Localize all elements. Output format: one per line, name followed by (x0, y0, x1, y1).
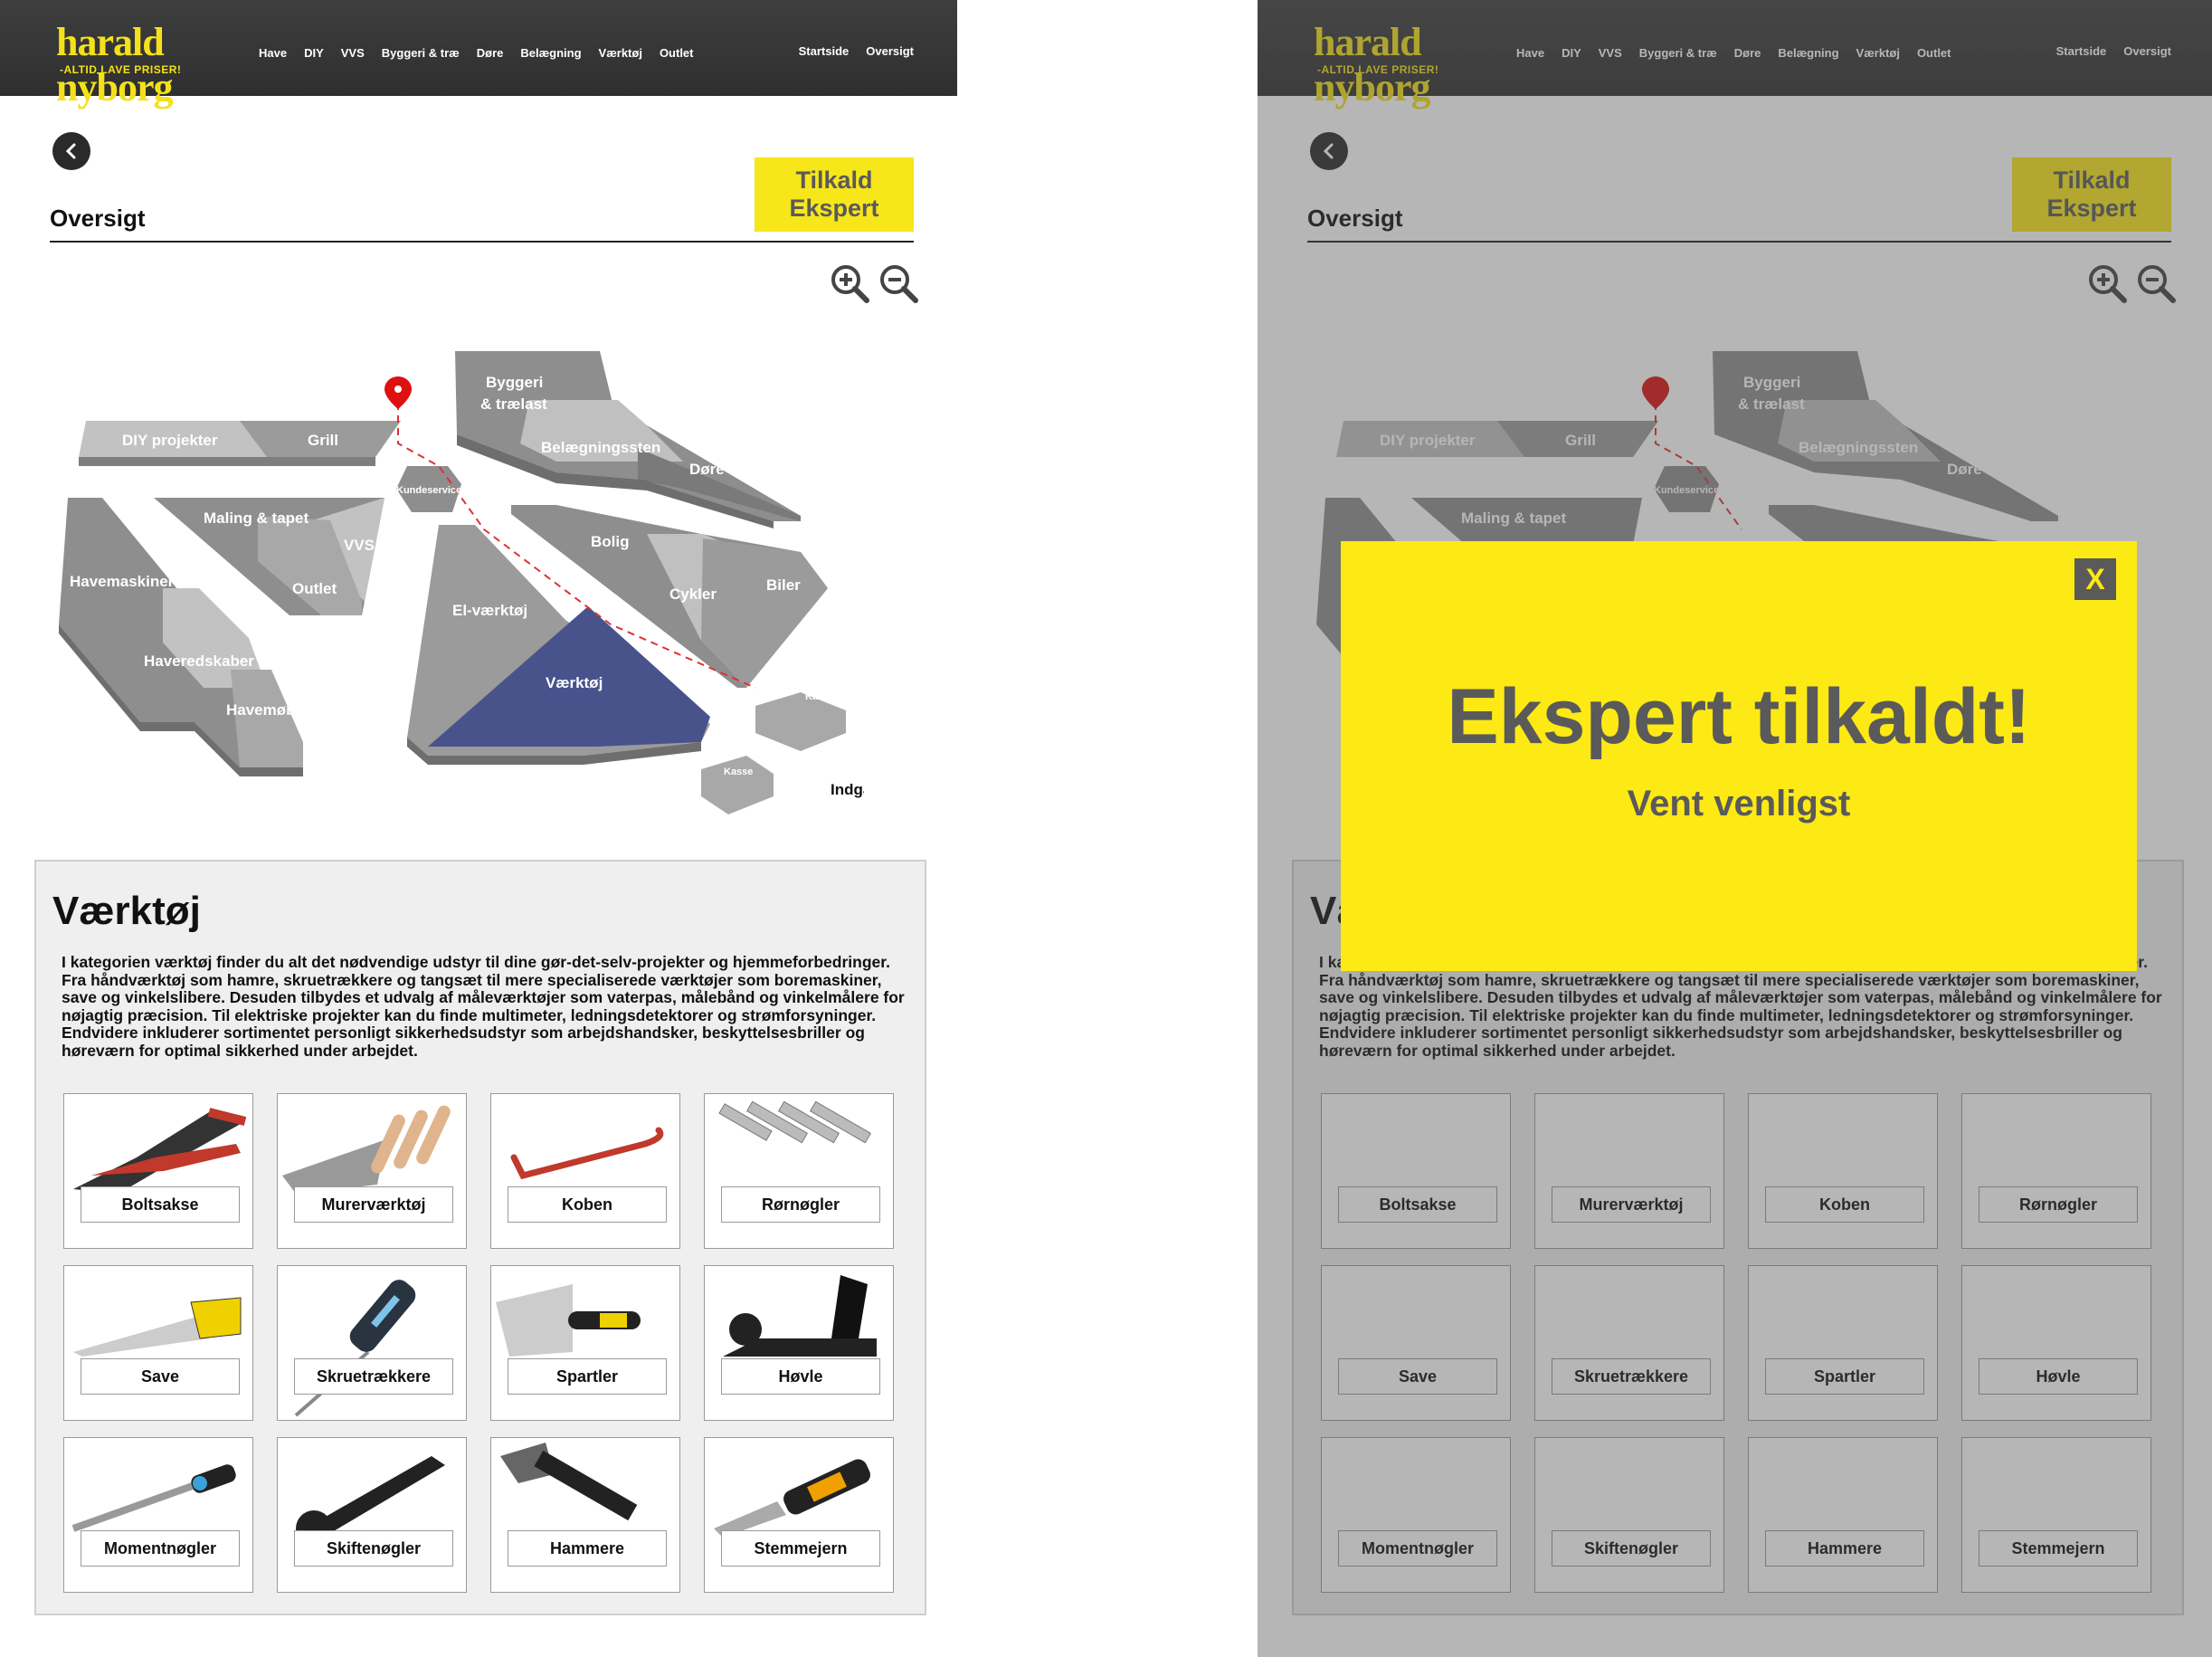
product-card-skiftenoegler[interactable]: Skiftenøgler (277, 1437, 467, 1593)
zoom-in-icon[interactable] (829, 262, 870, 304)
zone-label-vaerktoej: Værktøj (546, 674, 603, 691)
zone-label-traelast: & trælast (480, 395, 547, 413)
zone-label-doere: Døre (689, 461, 725, 478)
zone-label-havemaskiner: Havemaskiner (70, 573, 175, 590)
zone-label-bolig: Bolig (591, 533, 630, 550)
screwdriver-icon (294, 1280, 416, 1417)
logo-tagline: -ALTID LAVE PRISER! (60, 63, 182, 76)
secondary-menu: Startside Oversigt (782, 44, 914, 58)
product-label: Høvle (721, 1358, 880, 1395)
close-button[interactable]: X (2072, 556, 2119, 603)
product-label: Koben (508, 1186, 667, 1223)
nav-item-belaegning[interactable]: Belægning (520, 46, 581, 60)
call-expert-label-1: Tilkald (795, 167, 873, 194)
zone-label-kasse-2: Kasse (724, 767, 753, 777)
zone-label-havemoebler: Havemøbler (226, 701, 315, 719)
category-title: Værktøj (52, 889, 201, 933)
product-label: Stemmejern (721, 1530, 880, 1567)
zone-label-indgang: Indgang (831, 781, 864, 798)
nav-item-startside[interactable]: Startside (799, 44, 850, 58)
nav-item-oversigt[interactable]: Oversigt (866, 44, 914, 58)
zoom-out-icon[interactable] (878, 262, 919, 304)
nav-item-byggeri[interactable]: Byggeri & træ (382, 46, 460, 60)
screen-main: harald nyborg -ALTID LAVE PRISER! Have D… (0, 0, 959, 1657)
zone-label-vvs: VVS (344, 537, 375, 554)
call-expert-button[interactable]: Tilkald Ekspert (755, 157, 914, 232)
zone-label-outlet: Outlet (292, 580, 337, 597)
nav-item-have[interactable]: Have (259, 46, 287, 60)
zone-label-kundeservice: Kundeservice (396, 485, 461, 496)
nav-item-diy[interactable]: DIY (304, 46, 324, 60)
call-expert-label-2: Ekspert (789, 195, 879, 222)
zone-label-biler: Biler (766, 576, 801, 594)
product-card-stemmejern[interactable]: Stemmejern (704, 1437, 894, 1593)
location-pin-icon (384, 376, 412, 409)
product-label: Momentnøgler (81, 1530, 240, 1567)
zone-label-maling: Maling & tapet (204, 509, 309, 527)
product-label: Rørnøgler (721, 1186, 880, 1223)
store-map[interactable]: DIY projekter Grill Byggeri & trælast Be… (50, 344, 864, 833)
product-label: Boltsakse (81, 1186, 240, 1223)
product-card-save[interactable]: Save (63, 1265, 253, 1421)
product-label: Skruetrækkere (294, 1358, 453, 1395)
product-card-skruetraekkere[interactable]: Skruetrækkere (277, 1265, 467, 1421)
category-description: I kategorien værktøj finder du alt det n… (62, 953, 905, 1060)
product-label: Spartler (508, 1358, 667, 1395)
nav-item-vvs[interactable]: VVS (341, 46, 365, 60)
expert-called-modal: X Ekspert tilkaldt! Vent venligst (1341, 541, 2137, 971)
nav-item-doere[interactable]: Døre (477, 46, 504, 60)
back-button[interactable] (52, 132, 90, 170)
page-title: Oversigt (50, 205, 146, 232)
nav-item-outlet[interactable]: Outlet (660, 46, 694, 60)
trowel-icon (282, 1105, 451, 1194)
divider (50, 241, 914, 243)
product-card-hammere[interactable]: Hammere (490, 1437, 680, 1593)
top-navbar: harald nyborg -ALTID LAVE PRISER! Have D… (0, 0, 957, 110)
zone-label-el-vaerktoej: El-værktøj (452, 602, 527, 619)
zone-label-belaegningssten: Belægningssten (541, 439, 660, 456)
zone-label-diy: DIY projekter (122, 432, 218, 449)
product-card-murervaerktoej[interactable]: Murerværktøj (277, 1093, 467, 1249)
zone-label-cykler: Cykler (669, 586, 717, 603)
main-menu: Have DIY VVS Byggeri & træ Døre Belægnin… (259, 46, 711, 60)
product-label: Hammere (508, 1530, 667, 1567)
product-card-hoevle[interactable]: Høvle (704, 1265, 894, 1421)
screen-expert-called: harald nyborg -ALTID LAVE PRISER! Have D… (1258, 0, 2212, 1657)
logo[interactable]: harald nyborg -ALTID LAVE PRISER! (56, 20, 237, 110)
zone-label-grill: Grill (308, 432, 338, 449)
modal-subtitle: Vent venligst (1627, 784, 1851, 824)
category-panel: Værktøj I kategorien værktøj finder du a… (34, 860, 926, 1615)
product-card-spartler[interactable]: Spartler (490, 1265, 680, 1421)
product-label: Skiftenøgler (294, 1530, 453, 1567)
product-card-momentnoegler[interactable]: Momentnøgler (63, 1437, 253, 1593)
product-label: Murerværktøj (294, 1186, 453, 1223)
product-card-boltsakse[interactable]: Boltsakse (63, 1093, 253, 1249)
zone-label-kasse-1: Kasse (805, 691, 834, 702)
modal-title: Ekspert tilkaldt! (1447, 673, 2031, 760)
product-card-roernoegler[interactable]: Rørnøgler (704, 1093, 894, 1249)
zone-label-haveredskaber: Haveredskaber (144, 652, 254, 670)
nav-item-vaerktoej[interactable]: Værktøj (599, 46, 642, 60)
product-card-koben[interactable]: Koben (490, 1093, 680, 1249)
chevron-left-icon (65, 143, 76, 159)
product-label: Save (81, 1358, 240, 1395)
zone-label-byggeri: Byggeri (486, 374, 543, 391)
